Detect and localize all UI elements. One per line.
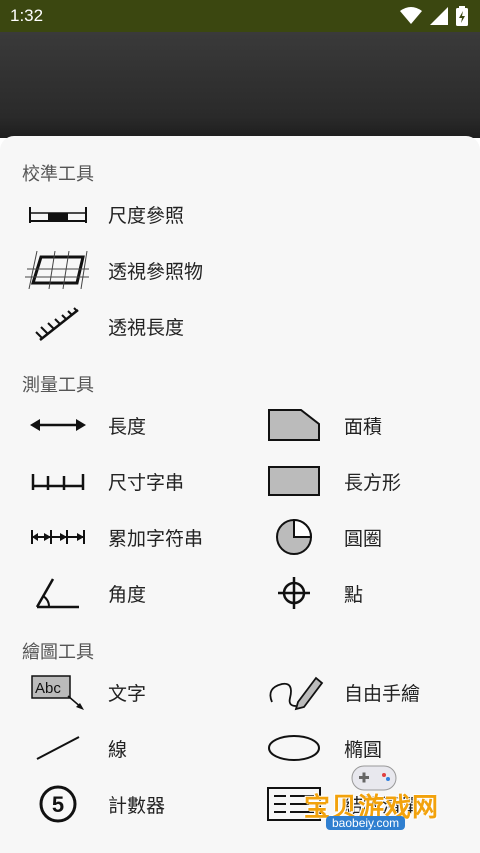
ellipse-icon [268, 735, 320, 761]
tool-angle[interactable]: 角度 [22, 573, 146, 613]
tool-label: 自由手繪 [344, 683, 421, 705]
tool-label: 點 [344, 584, 364, 606]
tool-length[interactable]: 長度 [22, 405, 146, 445]
section-title-calibration: 校準工具 [22, 164, 94, 184]
length-arrow-icon [30, 419, 86, 431]
tool-label: 長方形 [344, 472, 402, 494]
tool-line[interactable]: 線 [22, 728, 127, 768]
tool-perspective-length[interactable]: 透視長度 [22, 306, 184, 346]
tool-label: 角度 [108, 584, 147, 606]
cumulative-dimension-icon [31, 530, 85, 544]
tool-label: 長度 [108, 416, 147, 438]
tool-label: 透視參照物 [108, 261, 204, 283]
tool-circle[interactable]: 圓圈 [258, 517, 382, 557]
tool-freehand[interactable]: 自由手繪 [258, 672, 420, 712]
tool-label: 累加字符串 [108, 528, 204, 550]
tool-perspective-reference[interactable]: 透視參照物 [22, 250, 203, 290]
crosshair-point-icon [278, 577, 310, 609]
perspective-ruler-icon [35, 307, 79, 341]
tool-label: 文字 [108, 683, 147, 705]
tool-point[interactable]: 點 [258, 573, 363, 613]
counter-five-icon: 5 [39, 785, 77, 823]
circle-sector-icon [276, 518, 313, 555]
battery-charging-icon [456, 6, 468, 26]
tool-rectangle[interactable]: 長方形 [258, 461, 401, 501]
area-polygon-icon [268, 409, 320, 441]
dimmed-background [0, 32, 480, 138]
watermark-url: baobeiy.com [326, 816, 406, 830]
tool-dimension-string[interactable]: 尺寸字串 [22, 461, 184, 501]
signal-icon [430, 7, 448, 25]
svg-text:5: 5 [52, 792, 64, 817]
angle-icon [35, 578, 79, 609]
tool-scale-reference[interactable]: 尺度參照 [22, 194, 184, 234]
scale-ruler-icon [29, 207, 87, 223]
tool-label: 透視長度 [108, 317, 185, 339]
status-time: 1:32 [10, 6, 44, 25]
line-icon [36, 736, 80, 760]
tool-label: 計數器 [108, 795, 166, 817]
section-title-measure: 測量工具 [22, 375, 94, 395]
status-icons [400, 6, 468, 26]
section-title-drawing: 繪圖工具 [22, 642, 94, 662]
tool-label: 面積 [344, 416, 383, 438]
tool-text[interactable]: Abc 文字 [22, 672, 146, 712]
status-bar: 1:32 [0, 0, 480, 32]
text-box-icon: Abc [31, 675, 84, 710]
tool-label: 尺度參照 [108, 205, 185, 227]
watermark: 宝贝游戏网 baobeiy.com [298, 760, 458, 835]
tool-area[interactable]: 面積 [258, 405, 382, 445]
perspective-grid-icon [25, 251, 89, 289]
tool-counter[interactable]: 5 計數器 [22, 784, 165, 824]
svg-text:Abc: Abc [35, 680, 61, 697]
tool-label: 線 [108, 739, 128, 761]
tool-label: 橢圓 [344, 739, 383, 761]
dimension-string-icon [31, 474, 85, 490]
tool-label: 尺寸字串 [108, 472, 185, 494]
rectangle-icon [268, 466, 320, 496]
wifi-icon [400, 7, 422, 24]
tool-label: 圓圈 [344, 528, 383, 550]
freehand-pencil-icon [269, 676, 324, 711]
tool-cumulative-string[interactable]: 累加字符串 [22, 517, 203, 557]
